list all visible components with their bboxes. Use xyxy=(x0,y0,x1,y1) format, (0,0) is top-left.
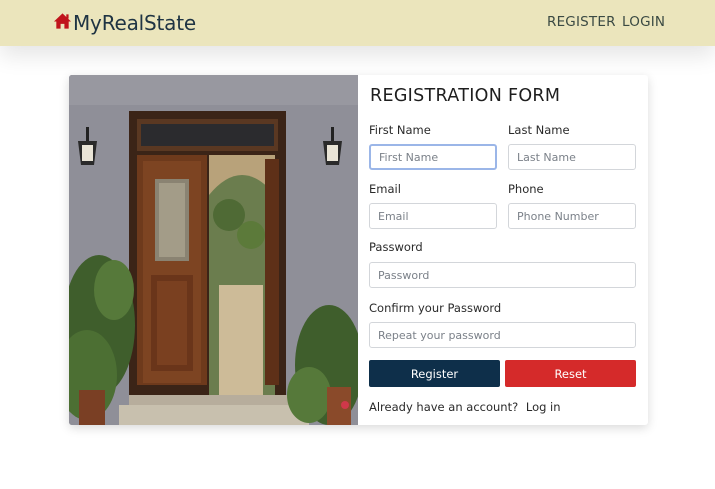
first-name-label: First Name xyxy=(369,123,431,137)
nav-login-link[interactable]: LOGIN xyxy=(622,14,665,30)
nav-register-link[interactable]: REGISTER xyxy=(547,14,616,30)
brand-name: MyRealState xyxy=(73,11,196,35)
reset-button[interactable]: Reset xyxy=(505,360,636,387)
login-link[interactable]: Log in xyxy=(526,400,561,414)
home-icon xyxy=(53,12,73,34)
last-name-input[interactable] xyxy=(508,144,636,170)
login-prompt: Already have an account? Log in xyxy=(369,400,561,414)
last-name-label: Last Name xyxy=(508,123,570,137)
phone-label: Phone xyxy=(508,182,544,196)
email-label: Email xyxy=(369,182,401,196)
registration-form: REGISTRATION FORM First Name Last Name E… xyxy=(358,75,648,425)
top-navbar: MyRealState REGISTER LOGIN xyxy=(0,0,715,46)
confirm-password-input[interactable] xyxy=(369,322,636,348)
password-input[interactable] xyxy=(369,262,636,288)
login-prompt-text: Already have an account? xyxy=(369,400,519,414)
password-label: Password xyxy=(369,240,423,254)
email-input[interactable] xyxy=(369,203,497,229)
registration-card: REGISTRATION FORM First Name Last Name E… xyxy=(69,75,648,425)
register-button[interactable]: Register xyxy=(369,360,500,387)
confirm-password-label: Confirm your Password xyxy=(369,301,502,315)
doorway-photo xyxy=(69,75,358,425)
first-name-input[interactable] xyxy=(369,144,497,170)
phone-input[interactable] xyxy=(508,203,636,229)
brand-logo[interactable]: MyRealState xyxy=(53,9,196,37)
form-title: REGISTRATION FORM xyxy=(370,86,561,106)
